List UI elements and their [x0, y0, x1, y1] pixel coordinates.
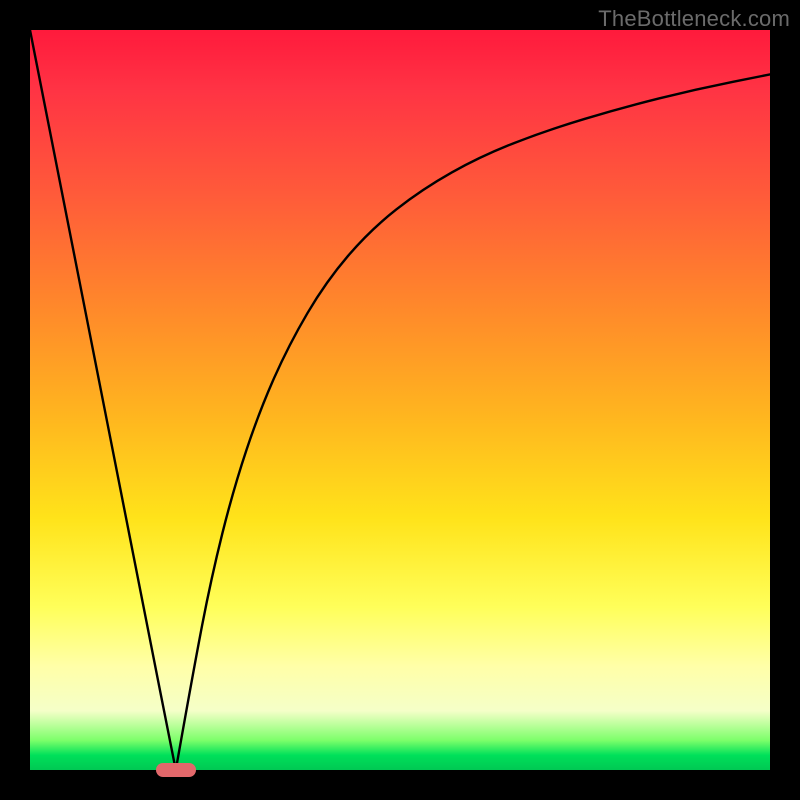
- bottleneck-curve: [30, 30, 770, 770]
- attribution-watermark: TheBottleneck.com: [598, 6, 790, 32]
- minimum-marker: [156, 763, 196, 777]
- curve-right-branch: [176, 74, 770, 770]
- plot-area: [30, 30, 770, 770]
- curve-left-branch: [30, 30, 176, 770]
- chart-frame: TheBottleneck.com: [0, 0, 800, 800]
